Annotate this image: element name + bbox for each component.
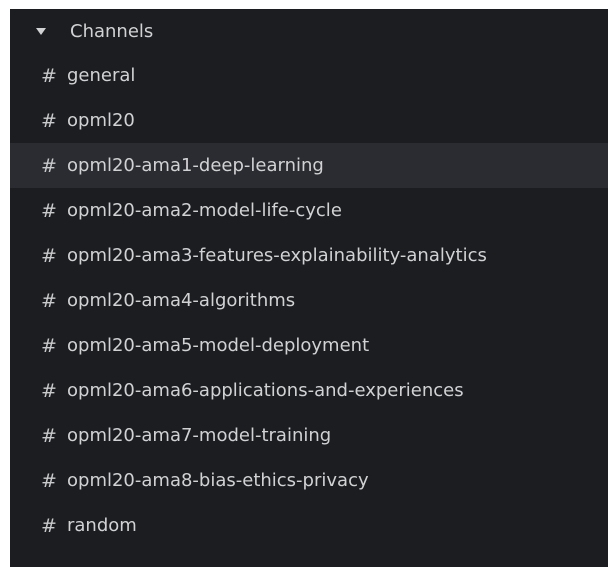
channel-item-opml20-ama3-features-explainability-analytics[interactable]: # opml20-ama3-features-explainability-an… xyxy=(10,233,608,278)
hash-icon: # xyxy=(41,469,57,492)
channel-name: opml20-ama1-deep-learning xyxy=(67,155,324,176)
channel-item-opml20[interactable]: # opml20 xyxy=(10,98,608,143)
hash-icon: # xyxy=(41,199,57,222)
hash-icon: # xyxy=(41,109,57,132)
channel-name: general xyxy=(67,65,136,86)
channel-item-opml20-ama5-model-deployment[interactable]: # opml20-ama5-model-deployment xyxy=(10,323,608,368)
channel-name: opml20-ama7-model-training xyxy=(67,425,332,446)
channel-item-random[interactable]: # random xyxy=(10,503,608,548)
hash-icon: # xyxy=(41,379,57,402)
channel-item-opml20-ama7-model-training[interactable]: # opml20-ama7-model-training xyxy=(10,413,608,458)
hash-icon: # xyxy=(41,289,57,312)
channel-name: random xyxy=(67,515,137,536)
channel-item-opml20-ama6-applications-and-experiences[interactable]: # opml20-ama6-applications-and-experienc… xyxy=(10,368,608,413)
channel-name: opml20-ama5-model-deployment xyxy=(67,335,370,356)
channels-section-toggle[interactable]: Channels xyxy=(10,9,608,53)
channel-name: opml20-ama8-bias-ethics-privacy xyxy=(67,470,369,491)
channel-name: opml20-ama2-model-life-cycle xyxy=(67,200,342,221)
hash-icon: # xyxy=(41,154,57,177)
channel-name: opml20 xyxy=(67,110,135,131)
channel-name: opml20-ama4-algorithms xyxy=(67,290,296,311)
channel-name: opml20-ama6-applications-and-experiences xyxy=(67,380,464,401)
channel-item-opml20-ama4-algorithms[interactable]: # opml20-ama4-algorithms xyxy=(10,278,608,323)
channel-item-opml20-ama2-model-life-cycle[interactable]: # opml20-ama2-model-life-cycle xyxy=(10,188,608,233)
channel-list: # general # opml20 # opml20-ama1-deep-le… xyxy=(10,53,608,548)
channel-item-opml20-ama1-deep-learning[interactable]: # opml20-ama1-deep-learning xyxy=(10,143,608,188)
caret-down-icon[interactable] xyxy=(36,28,46,35)
channel-item-opml20-ama8-bias-ethics-privacy[interactable]: # opml20-ama8-bias-ethics-privacy xyxy=(10,458,608,503)
channels-section-title: Channels xyxy=(70,20,154,42)
channel-sidebar: Channels # general # opml20 # opml20-ama… xyxy=(10,9,608,567)
channel-item-general[interactable]: # general xyxy=(10,53,608,98)
hash-icon: # xyxy=(41,334,57,357)
hash-icon: # xyxy=(41,244,57,267)
hash-icon: # xyxy=(41,514,57,537)
hash-icon: # xyxy=(41,64,57,87)
hash-icon: # xyxy=(41,424,57,447)
channel-name: opml20-ama3-features-explainability-anal… xyxy=(67,245,487,266)
